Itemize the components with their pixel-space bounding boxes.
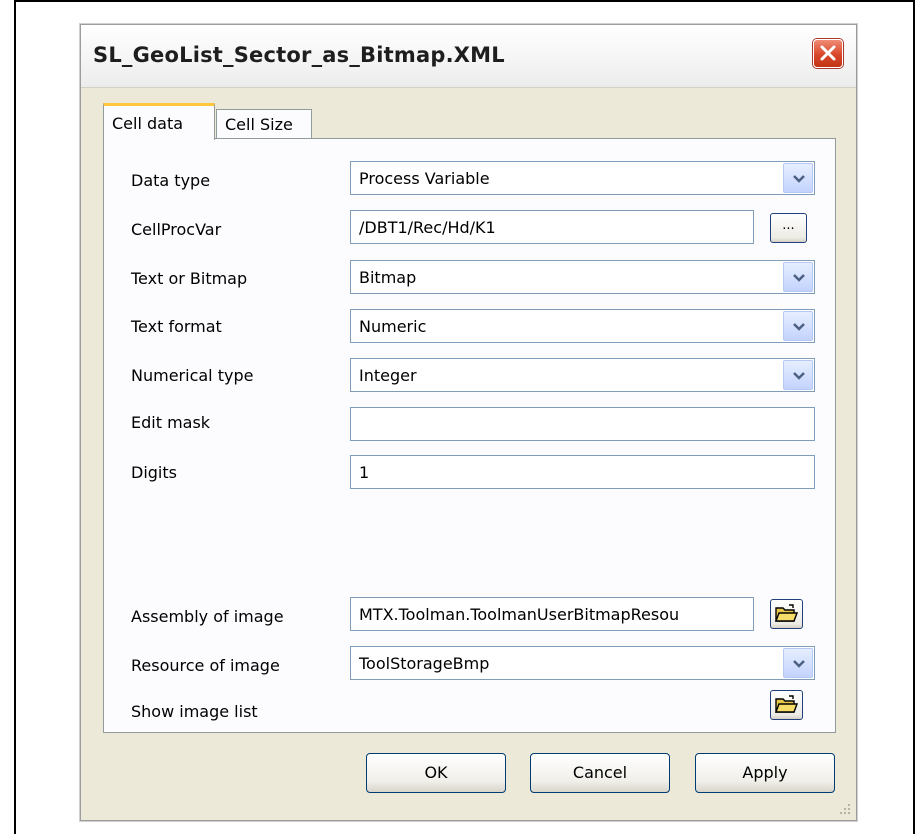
resource-of-image-combo[interactable]: ToolStorageBmp (350, 646, 815, 680)
assembly-of-image-value: MTX.Toolman.ToolmanUserBitmapResou (359, 605, 680, 624)
tab-cell-data[interactable]: Cell data (103, 103, 215, 140)
data-type-value: Process Variable (359, 169, 490, 188)
cell-proc-var-label: CellProcVar (131, 220, 222, 239)
resource-of-image-label: Resource of image (131, 656, 280, 675)
assembly-browse-button[interactable] (770, 599, 803, 629)
text-format-label: Text format (131, 317, 222, 336)
cell-proc-var-field[interactable]: /DBT1/Rec/Hd/K1 (350, 210, 754, 244)
show-image-list-label: Show image list (131, 702, 258, 721)
ok-button[interactable]: OK (366, 753, 506, 793)
edit-mask-label: Edit mask (131, 413, 211, 432)
edit-mask-field[interactable] (350, 407, 815, 441)
resource-of-image-value: ToolStorageBmp (359, 654, 490, 673)
text-format-value: Numeric (359, 317, 427, 336)
close-icon (820, 45, 836, 61)
text-or-bitmap-label: Text or Bitmap (131, 269, 248, 288)
numerical-type-combo[interactable]: Integer (350, 358, 815, 392)
numerical-type-dropdown-button[interactable] (783, 360, 813, 390)
title-bar[interactable]: SL_GeoList_Sector_as_Bitmap.XML (81, 25, 856, 88)
chevron-down-icon (793, 175, 805, 183)
digits-label: Digits (131, 463, 177, 482)
chevron-down-icon (793, 372, 805, 380)
text-or-bitmap-dropdown-button[interactable] (783, 262, 813, 292)
text-or-bitmap-value: Bitmap (359, 268, 417, 287)
folder-open-icon (775, 604, 798, 622)
tab-cell-size-label: Cell Size (225, 115, 293, 134)
cancel-button[interactable]: Cancel (530, 753, 670, 793)
text-format-combo[interactable]: Numeric (350, 309, 815, 343)
window-title: SL_GeoList_Sector_as_Bitmap.XML (93, 43, 505, 67)
tab-cell-size[interactable]: Cell Size (216, 109, 312, 139)
close-button[interactable] (813, 39, 843, 68)
digits-value: 1 (359, 463, 370, 482)
digits-field[interactable]: 1 (350, 455, 815, 489)
numerical-type-value: Integer (359, 366, 417, 385)
dialog-window: SL_GeoList_Sector_as_Bitmap.XML Cell dat… (80, 24, 857, 821)
assembly-of-image-field[interactable]: MTX.Toolman.ToolmanUserBitmapResou (350, 597, 754, 631)
numerical-type-label: Numerical type (131, 366, 254, 385)
show-image-list-button[interactable] (770, 690, 803, 720)
text-format-dropdown-button[interactable] (783, 311, 813, 341)
chevron-down-icon (793, 323, 805, 331)
cell-proc-var-browse-button[interactable]: ... (770, 213, 807, 243)
resize-grip-icon[interactable] (838, 802, 852, 816)
resource-of-image-dropdown-button[interactable] (783, 648, 813, 678)
chevron-down-icon (793, 660, 805, 668)
tab-cell-data-label: Cell data (112, 114, 184, 133)
apply-button[interactable]: Apply (695, 753, 835, 793)
chevron-down-icon (793, 274, 805, 282)
tab-panel-cell-data: Data type Process Variable CellProcVar /… (103, 138, 836, 733)
folder-open-icon (775, 695, 798, 713)
assembly-of-image-label: Assembly of image (131, 607, 284, 626)
data-type-label: Data type (131, 171, 211, 190)
cell-proc-var-value: /DBT1/Rec/Hd/K1 (359, 218, 496, 237)
data-type-combo[interactable]: Process Variable (350, 161, 815, 195)
text-or-bitmap-combo[interactable]: Bitmap (350, 260, 815, 294)
data-type-dropdown-button[interactable] (783, 163, 813, 193)
